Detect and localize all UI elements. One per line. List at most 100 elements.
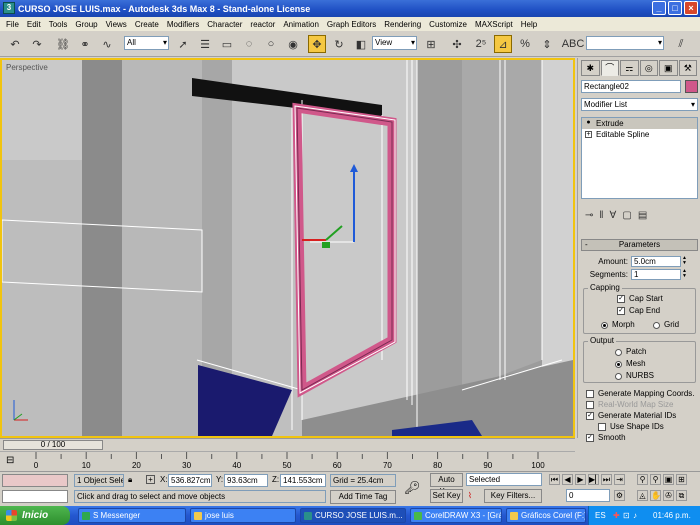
maxscript-input-mini[interactable] (2, 490, 68, 503)
display-tab-icon[interactable]: ▣ (659, 60, 678, 76)
zoom-icon[interactable]: ⚲ (637, 474, 648, 485)
maximize-viewport-icon[interactable]: ⧉ (676, 490, 687, 501)
track-bar[interactable]: ⊟ 0 10 20 30 40 50 60 70 80 90 100 (0, 451, 575, 471)
z-coordinate-field[interactable]: 141.553cm (280, 474, 326, 487)
pin-stack-icon[interactable]: ⊸ (585, 210, 593, 221)
zoom-extents-all-icon[interactable]: ⊞ (676, 474, 687, 485)
network-tray-icon[interactable]: ⊡ (623, 506, 630, 525)
menu-customize[interactable]: Customize (425, 20, 471, 29)
select-and-move-icon[interactable]: ✥ (308, 35, 326, 53)
window-crossing-icon[interactable]: ◌ (240, 35, 258, 53)
expand-plus-icon[interactable]: + (585, 131, 592, 138)
smooth-checkbox[interactable]: ✓ Smooth (586, 433, 626, 444)
rectangular-selection-icon[interactable]: ▭ (218, 35, 236, 53)
real-world-map-checkbox[interactable]: Real-World Map Size (586, 400, 673, 411)
menu-tools[interactable]: Tools (45, 20, 72, 29)
default-in-out-tangent-icon[interactable]: ⌇ (468, 491, 472, 500)
viewport-label[interactable]: Perspective (6, 63, 48, 72)
edit-named-selection-icon[interactable]: ABC (562, 35, 585, 53)
menu-views[interactable]: Views (102, 20, 131, 29)
y-coordinate-field[interactable]: 93.63cm (224, 474, 268, 487)
menu-rendering[interactable]: Rendering (380, 20, 425, 29)
spinner-snap-icon[interactable]: ⇕ (538, 35, 556, 53)
parameters-rollout-header[interactable]: - Parameters (581, 239, 698, 251)
percent-snap-icon[interactable]: % (516, 35, 534, 53)
field-of-view-icon[interactable]: ◬ (637, 490, 648, 501)
make-unique-icon[interactable]: ∀ (610, 210, 617, 221)
morph-radio[interactable]: Morph (600, 320, 635, 331)
stack-item-editable-spline[interactable]: + Editable Spline (582, 129, 697, 140)
generate-mapping-checkbox[interactable]: Generate Mapping Coords. (586, 389, 695, 400)
select-and-rotate-icon[interactable]: ↻ (330, 35, 348, 53)
patch-radio[interactable]: Patch (614, 347, 646, 358)
mesh-radio[interactable]: Mesh (614, 359, 646, 370)
close-button[interactable]: × (684, 1, 698, 15)
key-filters-button[interactable]: Key Filters... (484, 489, 542, 503)
snaps-toggle-icon[interactable]: 2⁵ (472, 35, 490, 53)
time-configuration-icon[interactable]: ⚙ (614, 490, 625, 501)
menu-group[interactable]: Group (71, 20, 101, 29)
pan-view-icon[interactable]: ✋ (650, 490, 661, 501)
show-end-result-icon[interactable]: ‖ (599, 210, 603, 221)
arc-rotate-icon[interactable]: ✇ (663, 490, 674, 501)
named-selection-sets-dropdown[interactable] (586, 36, 664, 50)
previous-frame-icon[interactable]: ◀ (562, 474, 573, 485)
use-shape-ids-checkbox[interactable]: Use Shape IDs (598, 422, 664, 433)
absolute-mode-icon[interactable]: + (146, 475, 155, 484)
maxscript-listener-mini[interactable] (2, 474, 68, 487)
menu-character[interactable]: Character (203, 20, 246, 29)
task-coreldraw[interactable]: CorelDRAW X3 - [Grá... (410, 508, 502, 523)
light-bulb-icon[interactable]: ● (585, 119, 592, 127)
perspective-viewport[interactable]: Perspective (0, 58, 575, 438)
grid-radio[interactable]: Grid (652, 320, 679, 331)
select-object-icon[interactable]: ➚ (174, 35, 192, 53)
next-frame-icon[interactable]: ▶▏ (588, 474, 601, 485)
security-tray-icon[interactable]: ✚ (613, 506, 620, 525)
motion-tab-icon[interactable]: ◎ (639, 60, 658, 76)
cap-end-checkbox[interactable]: ✓ Cap End (617, 306, 660, 317)
utilities-tab-icon[interactable]: ⚒ (678, 60, 697, 76)
app-icon[interactable]: 3 (3, 2, 15, 14)
cap-start-checkbox[interactable]: ✓ Cap Start (617, 294, 663, 305)
menu-create[interactable]: Create (131, 20, 163, 29)
task-corel-graphics-folder[interactable]: Gráficos Corel (F:) ... (506, 508, 586, 523)
zoom-extents-icon[interactable]: ▣ (663, 474, 674, 485)
go-to-end-icon[interactable]: ⏭ (601, 474, 612, 485)
zoom-all-icon[interactable]: ⚲ (650, 474, 661, 485)
menu-edit[interactable]: Edit (23, 20, 45, 29)
pivot-center-icon[interactable]: ⊞ (422, 35, 440, 53)
segments-input[interactable]: 1 (631, 269, 681, 280)
redo-icon[interactable]: ↷ (28, 35, 46, 53)
language-indicator[interactable]: ES (595, 506, 606, 525)
select-and-link-icon[interactable]: ⛓ (54, 35, 72, 53)
select-center-icon[interactable]: ◉ (284, 35, 302, 53)
time-slider-thumb[interactable]: 0 / 100 (3, 440, 103, 450)
menu-animation[interactable]: Animation (279, 20, 323, 29)
time-slider[interactable]: 0 / 100 (0, 438, 575, 450)
menu-modifiers[interactable]: Modifiers (163, 20, 203, 29)
current-frame-field[interactable]: 0 (566, 489, 610, 502)
task-3ds-max[interactable]: CURSO JOSE LUIS.m... (300, 508, 406, 523)
lock-selection-icon[interactable]: 🔒︎ (128, 475, 132, 485)
menu-maxscript[interactable]: MAXScript (471, 20, 517, 29)
amount-input[interactable]: 5.0cm (631, 256, 681, 267)
modifier-list-dropdown[interactable]: Modifier List (581, 98, 698, 111)
nurbs-radio[interactable]: NURBS (614, 371, 654, 382)
volume-tray-icon[interactable]: ♪ (633, 506, 637, 525)
configure-modifier-sets-icon[interactable]: ▤ (638, 210, 647, 221)
minimize-button[interactable]: _ (652, 1, 666, 15)
play-icon[interactable]: ▶ (575, 474, 586, 485)
task-folder-jose-luis[interactable]: jose luis (190, 508, 296, 523)
undo-icon[interactable]: ↶ (6, 35, 24, 53)
menu-file[interactable]: File (2, 20, 23, 29)
create-tab-icon[interactable]: ✱ (581, 60, 600, 76)
maximize-button[interactable]: □ (668, 1, 682, 15)
set-key-button[interactable]: Set Key (430, 489, 463, 503)
unlink-icon[interactable]: ⚭ (76, 35, 94, 53)
mirror-icon[interactable]: ⫽ (672, 35, 690, 53)
hierarchy-tab-icon[interactable]: ⚎ (620, 60, 639, 76)
task-messenger[interactable]: S Messenger (78, 508, 186, 523)
object-name-field[interactable]: Rectangle02 (581, 80, 681, 93)
go-to-start-icon[interactable]: ⏮ (549, 474, 560, 485)
select-and-scale-icon[interactable]: ◧ (352, 35, 370, 53)
